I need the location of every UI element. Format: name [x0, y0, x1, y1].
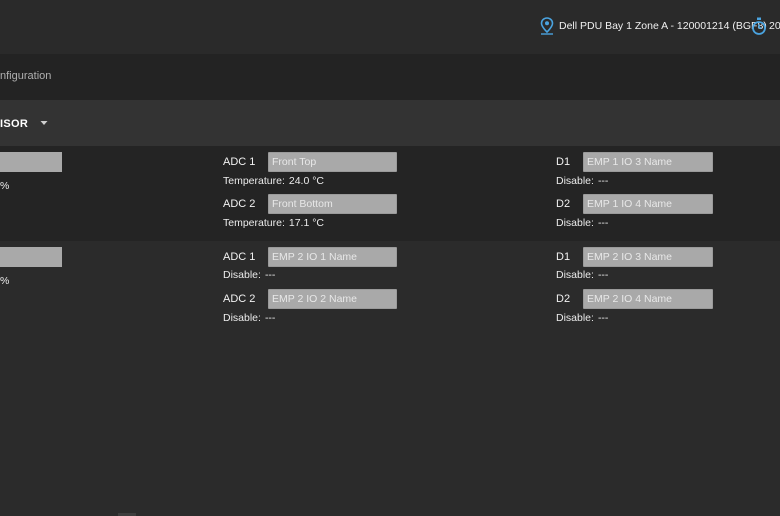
emp1-d1-label: D1 [556, 156, 571, 168]
emp2-d2-stat-value: --- [597, 312, 609, 324]
clock-area[interactable]: 20 [751, 15, 780, 37]
emp2-d2-name-input[interactable] [583, 289, 713, 309]
device-selector[interactable]: Dell PDU Bay 1 Zone A - 120001214 (BGF8) [540, 16, 767, 36]
emp2-panel: % ADC 1 Disable:--- ADC 2 Disable:--- D1… [0, 241, 780, 331]
clock-text: 20 [769, 20, 780, 32]
emp1-d1-stat-label: Disable: [556, 175, 594, 187]
emp2-adc1-label: ADC 1 [223, 251, 256, 263]
emp2-name-field[interactable] [0, 247, 62, 267]
emp2-adc1-name-input[interactable] [268, 247, 397, 267]
emp2-adc2-stat-label: Disable: [223, 312, 261, 324]
emp2-d2-reading: Disable: --- [556, 312, 608, 324]
emp2-d1-name-input[interactable] [583, 247, 713, 267]
emp1-adc1-stat-label: Temperature: [223, 175, 285, 187]
emp1-d1-stat-value: --- [597, 175, 609, 187]
emp2-adc2-stat-value: --- [264, 312, 276, 324]
breadcrumb[interactable]: nfiguration [0, 70, 51, 82]
section-header[interactable]: ISOR [0, 100, 780, 146]
caret-down-icon[interactable] [40, 120, 48, 126]
emp1-d2-stat-label: Disable: [556, 217, 594, 229]
emp1-adc2-stat-label: Temperature: [223, 217, 285, 229]
emp1-adc1-reading: Temperature: 24.0 °C [223, 175, 324, 187]
emp2-adc1-stat-value: --- [264, 269, 276, 281]
emp1-adc1-label: ADC 1 [223, 156, 256, 168]
emp1-name-field[interactable] [0, 152, 62, 172]
emp2-d1-stat-value: --- [597, 269, 609, 281]
emp1-adc2-stat-value: 17.1 °C [288, 217, 325, 229]
emp2-adc1-reading: Disable: --- [223, 269, 275, 281]
breadcrumb-bar: nfiguration [0, 54, 780, 100]
emp2-d2-stat-label: Disable: [556, 312, 594, 324]
location-pin-icon [540, 17, 554, 35]
emp2-d1-reading: Disable: --- [556, 269, 608, 281]
emp2-percent: % [0, 275, 10, 287]
stopwatch-icon [752, 17, 766, 35]
emp2-adc2-reading: Disable: --- [223, 312, 275, 324]
emp2-d1-stat-label: Disable: [556, 269, 594, 281]
emp1-d2-label: D2 [556, 198, 571, 210]
emp2-adc2-label: ADC 2 [223, 293, 256, 305]
emp1-d1-name-input[interactable] [583, 152, 713, 172]
device-label: Dell PDU Bay 1 Zone A - 120001214 (BGF8) [559, 20, 767, 32]
emp1-d2-stat-value: --- [597, 217, 609, 229]
emp1-d2-reading: Disable: --- [556, 217, 608, 229]
emp1-adc2-label: ADC 2 [223, 198, 256, 210]
emp1-adc1-stat-value: 24.0 °C [288, 175, 325, 187]
emp2-d1-label: D1 [556, 251, 571, 263]
emp2-d2-label: D2 [556, 293, 571, 305]
emp1-adc1-name-input[interactable] [268, 152, 397, 172]
section-title: ISOR [0, 118, 29, 130]
emp1-d2-name-input[interactable] [583, 194, 713, 214]
top-bar: Dell PDU Bay 1 Zone A - 120001214 (BGF8)… [0, 0, 780, 54]
emp1-adc2-reading: Temperature: 17.1 °C [223, 217, 324, 229]
emp2-adc2-name-input[interactable] [268, 289, 397, 309]
emp1-d1-reading: Disable: --- [556, 175, 608, 187]
emp1-panel: % ADC 1 Temperature:24.0 °C ADC 2 Temper… [0, 146, 780, 241]
emp1-percent: % [0, 180, 10, 192]
emp1-adc2-name-input[interactable] [268, 194, 397, 214]
emp2-adc1-stat-label: Disable: [223, 269, 261, 281]
